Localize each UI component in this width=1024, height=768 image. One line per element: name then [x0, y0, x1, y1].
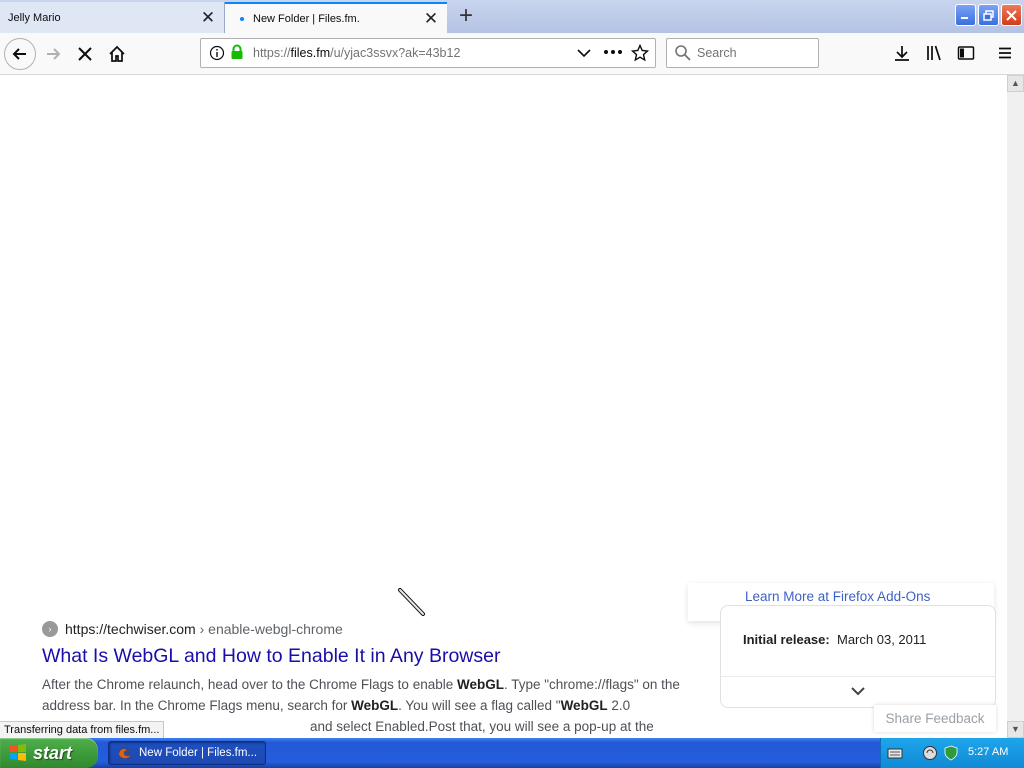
- firefox-addons-link[interactable]: Learn More at Firefox Add-Ons: [745, 589, 930, 604]
- forward-arrow-icon: [47, 48, 61, 60]
- new-tab-plus-icon[interactable]: +: [452, 4, 480, 30]
- tab-jelly-mario[interactable]: Jelly Mario ✕: [0, 2, 225, 33]
- close-window-button[interactable]: [1001, 4, 1022, 26]
- downloads-icon[interactable]: [893, 44, 911, 62]
- taskbar-firefox-window-button[interactable]: New Folder | Files.fm...: [108, 741, 266, 765]
- info-icon[interactable]: [209, 45, 225, 61]
- close-tab-icon[interactable]: ✕: [196, 6, 220, 30]
- search-icon: [675, 45, 691, 61]
- library-icon[interactable]: [925, 44, 943, 62]
- url-host: files.fm: [290, 46, 331, 60]
- mouse-cursor-icon: [398, 588, 425, 616]
- initial-release-label: Initial release:: [743, 632, 830, 647]
- home-button[interactable]: [102, 39, 132, 69]
- tab-title: New Folder | Files.fm.: [253, 12, 360, 25]
- scroll-down-arrow-icon[interactable]: ▼: [1007, 721, 1024, 738]
- snippet-segment: . You will see a flag called ": [398, 698, 561, 713]
- vertical-scrollbar[interactable]: [1007, 75, 1024, 738]
- taskbar-clock: 5:27 AM: [968, 746, 1009, 758]
- snippet-keyword: WebGL: [560, 698, 608, 713]
- sidebar-icon[interactable]: [957, 44, 975, 62]
- lock-icon[interactable]: [230, 44, 244, 60]
- home-icon: [109, 45, 125, 62]
- minimize-window-button[interactable]: [955, 4, 976, 26]
- snippet-segment: 2.0: [607, 698, 631, 713]
- expand-chevron-icon[interactable]: [848, 684, 868, 700]
- bookmark-star-icon[interactable]: [631, 44, 649, 62]
- forward-button[interactable]: [38, 39, 68, 69]
- tab-title: Jelly Mario: [8, 11, 61, 24]
- start-button[interactable]: start: [0, 738, 98, 768]
- result-title-link[interactable]: What Is WebGL and How to Enable It in An…: [42, 645, 500, 668]
- url-text[interactable]: https://files.fm/u/yjac3ssvx?ak=43b12: [253, 46, 460, 60]
- scroll-up-arrow-icon[interactable]: ▲: [1007, 75, 1024, 92]
- back-button[interactable]: [4, 38, 36, 70]
- search-placeholder: Search: [697, 46, 737, 60]
- start-label: start: [33, 742, 73, 763]
- hamburger-menu-icon[interactable]: [997, 45, 1013, 61]
- initial-release-value: March 03, 2011: [837, 632, 927, 647]
- restore-window-button[interactable]: [978, 4, 999, 26]
- minimize-icon: [961, 16, 968, 19]
- firefox-icon: [118, 746, 132, 760]
- stop-loading-button[interactable]: [70, 39, 100, 69]
- url-scheme: https://: [253, 46, 291, 60]
- taskbar-window-label: New Folder | Files.fm...: [139, 747, 258, 759]
- stop-x-icon: [78, 47, 92, 61]
- windows-logo-icon: [10, 744, 26, 761]
- result-source: https://techwiser.com: [65, 621, 196, 637]
- security-shield-icon[interactable]: [943, 745, 959, 761]
- back-arrow-icon: [12, 48, 26, 60]
- snippet-text: After the Chrome relaunch, head over to …: [42, 677, 680, 713]
- chevron-down-icon[interactable]: [576, 46, 592, 60]
- result-breadcrumb: › enable-webgl-chrome: [195, 621, 343, 637]
- status-text: Transferring data from files.fm...: [0, 721, 165, 739]
- share-feedback-button[interactable]: Share Feedback: [874, 705, 996, 732]
- snippet-segment: After the Chrome relaunch, head over to …: [42, 677, 457, 692]
- page-actions-ellipsis-icon[interactable]: [603, 47, 623, 57]
- snippet-line-tail: and select Enabled.Post that, you will s…: [310, 719, 654, 734]
- close-icon: [1006, 9, 1017, 21]
- url-path: /u/yjac3ssvx?ak=43b12: [330, 46, 461, 60]
- snippet-keyword: WebGL: [351, 698, 399, 713]
- close-tab-icon[interactable]: ✕: [419, 7, 443, 31]
- result-url[interactable]: https://techwiser.com › enable-webgl-chr…: [65, 621, 343, 637]
- restore-icon: [983, 9, 994, 21]
- panel-divider: [721, 676, 995, 677]
- tab-new-folder[interactable]: New Folder | Files.fm. ✕: [225, 2, 447, 33]
- network-icon[interactable]: [922, 745, 938, 761]
- site-favicon-icon: ›: [42, 621, 58, 637]
- snippet-keyword: WebGL: [456, 677, 504, 692]
- keyboard-icon[interactable]: [887, 745, 903, 761]
